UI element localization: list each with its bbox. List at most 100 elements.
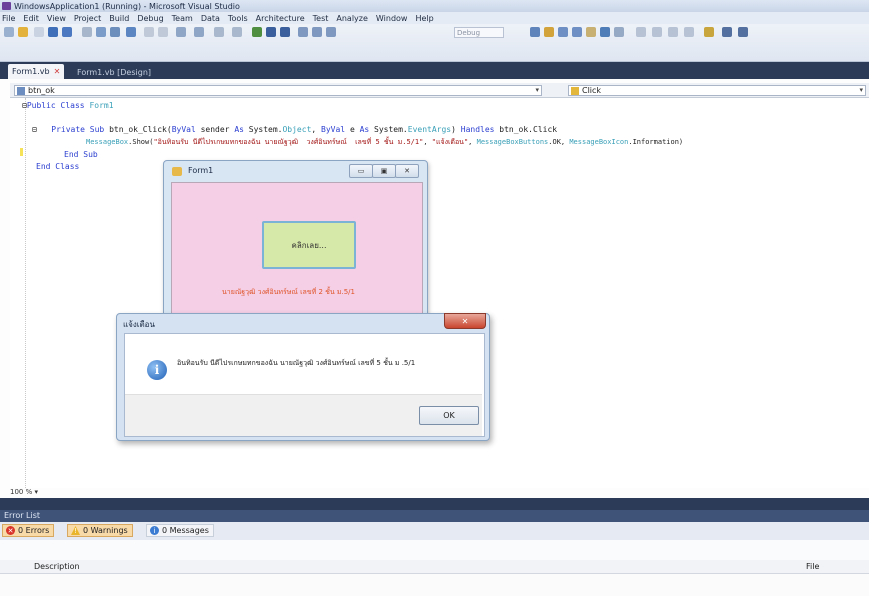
new-project-icon[interactable] xyxy=(4,27,14,37)
event-icon xyxy=(571,86,579,95)
save-icon[interactable] xyxy=(48,27,58,37)
layout-align-icon[interactable] xyxy=(636,27,646,37)
menu-view[interactable]: View xyxy=(47,14,66,23)
save-all-icon[interactable] xyxy=(62,27,72,37)
menu-analyze[interactable]: Analyze xyxy=(336,14,368,23)
warnings-count: 0 Warnings xyxy=(83,526,128,535)
close-icon[interactable]: ✕ xyxy=(54,67,61,76)
panel-splitter[interactable] xyxy=(0,498,869,510)
change-marker xyxy=(20,148,23,156)
pause-icon[interactable] xyxy=(266,27,276,37)
cut-icon[interactable] xyxy=(82,27,92,37)
layout-spacing-icon[interactable] xyxy=(668,27,678,37)
tab-label: Form1.vb xyxy=(12,67,50,76)
file-column[interactable]: File xyxy=(806,562,819,571)
event-dropdown-value: Click xyxy=(582,86,602,95)
object-dropdown-value: btn_ok xyxy=(28,86,55,95)
code-line-class: ⊟Public Class Form1 xyxy=(22,101,114,110)
toolbox-icon[interactable] xyxy=(586,27,596,37)
menu-architecture[interactable]: Architecture xyxy=(256,14,305,23)
layout-lock-icon[interactable] xyxy=(704,27,714,37)
start-debugging-icon[interactable] xyxy=(252,27,262,37)
form-icon xyxy=(172,167,182,176)
title-bar: WindowsApplication1 (Running) - Microsof… xyxy=(0,0,869,12)
find-in-files-icon[interactable] xyxy=(530,27,540,37)
errors-count: 0 Errors xyxy=(18,526,50,535)
messages-filter-button[interactable]: i 0 Messages xyxy=(146,524,214,537)
toolbar-options-icon[interactable] xyxy=(738,27,748,37)
error-list-toolbar: ✕ 0 Errors ! 0 Warnings i 0 Messages xyxy=(0,522,869,540)
uncomment-icon[interactable] xyxy=(158,27,168,37)
click-button[interactable]: คลิกเลย... xyxy=(262,221,356,269)
open-file-icon[interactable] xyxy=(18,27,28,37)
message-box-close-button[interactable]: ✕ xyxy=(444,313,486,329)
outline-gutter xyxy=(18,98,26,488)
message-icon: i xyxy=(150,526,159,535)
form1-title: Form1 xyxy=(188,166,214,175)
control-icon xyxy=(17,86,25,95)
warning-icon: ! xyxy=(71,526,80,535)
form1-window[interactable]: Form1 ▭ ▣ ✕ คลิกเลย... นายณัฐวุฒิ วงศ์อิ… xyxy=(163,160,428,323)
information-icon: i xyxy=(147,360,167,380)
error-list-body xyxy=(0,574,869,596)
copy-icon[interactable] xyxy=(96,27,106,37)
error-list-header: Error List xyxy=(0,510,869,522)
errors-filter-button[interactable]: ✕ 0 Errors xyxy=(2,524,55,537)
maximize-button[interactable]: ▣ xyxy=(372,164,396,178)
menu-edit[interactable]: Edit xyxy=(23,14,39,23)
menu-data[interactable]: Data xyxy=(201,14,220,23)
menu-project[interactable]: Project xyxy=(74,14,101,23)
solution-configuration-select[interactable]: Debug xyxy=(454,27,504,38)
tab-form1-vb[interactable]: Form1.vb ✕ xyxy=(8,64,65,79)
paste-icon[interactable] xyxy=(110,27,120,37)
extension-manager-icon[interactable] xyxy=(614,27,624,37)
undo-icon[interactable] xyxy=(176,27,186,37)
message-box[interactable]: แจ้งเตือน ✕ i อินทิอนรับ นีดีไปรเกษมทกขอ… xyxy=(116,313,490,441)
menu-team[interactable]: Team xyxy=(172,14,193,23)
window-title: WindowsApplication1 (Running) - Microsof… xyxy=(14,1,240,11)
message-box-body: i อินทิอนรับ นีดีไปรเกษมทกของฉัน นายณัฐว… xyxy=(124,333,485,437)
object-dropdown[interactable]: btn_ok ▾ xyxy=(14,85,542,96)
messages-count: 0 Messages xyxy=(162,526,209,535)
close-button[interactable]: ✕ xyxy=(395,164,419,178)
solution-explorer-icon[interactable] xyxy=(544,27,554,37)
properties-icon[interactable] xyxy=(558,27,568,37)
ok-button[interactable]: OK xyxy=(419,406,479,425)
tab-order-icon[interactable] xyxy=(722,27,732,37)
minimize-button[interactable]: ▭ xyxy=(349,164,373,178)
find-icon[interactable] xyxy=(126,27,136,37)
menu-debug[interactable]: Debug xyxy=(137,14,163,23)
step-over-icon[interactable] xyxy=(312,27,322,37)
code-line-messagebox: MessageBox.Show("อินทิอนรับ นีดีไปรเกษมท… xyxy=(86,138,684,146)
step-into-icon[interactable] xyxy=(298,27,308,37)
comment-icon[interactable] xyxy=(144,27,154,37)
message-text: อินทิอนรับ นีดีไปรเกษมทกของฉัน นายณัฐวุฒ… xyxy=(177,359,416,367)
menu-tools[interactable]: Tools xyxy=(228,14,248,23)
form-label: นายณัฐวุฒิ วงศ์อินทร์ษณ์ เลขที่ 2 ชั้น ม… xyxy=(222,288,355,296)
menu-file[interactable]: File xyxy=(2,14,15,23)
code-line-end-sub: End Sub xyxy=(64,150,98,159)
chevron-down-icon: ▾ xyxy=(859,86,863,94)
menu-build[interactable]: Build xyxy=(109,14,129,23)
navigate-forward-icon[interactable] xyxy=(232,27,242,37)
start-page-icon[interactable] xyxy=(600,27,610,37)
menu-test[interactable]: Test xyxy=(313,14,329,23)
layout-size-icon[interactable] xyxy=(652,27,662,37)
layout-order-icon[interactable] xyxy=(684,27,694,37)
stop-icon[interactable] xyxy=(280,27,290,37)
redo-icon[interactable] xyxy=(194,27,204,37)
object-browser-icon[interactable] xyxy=(572,27,582,37)
navigate-back-icon[interactable] xyxy=(214,27,224,37)
add-item-icon[interactable] xyxy=(34,27,44,37)
menu-help[interactable]: Help xyxy=(415,14,433,23)
error-icon: ✕ xyxy=(6,526,15,535)
zoom-level[interactable]: 100 % ▾ xyxy=(10,488,869,498)
menu-window[interactable]: Window xyxy=(376,14,408,23)
description-column[interactable]: Description xyxy=(34,562,80,571)
chevron-down-icon: ▾ xyxy=(535,86,539,94)
event-dropdown[interactable]: Click ▾ xyxy=(568,85,866,96)
code-line-sub: ⊟ Private Sub btn_ok_Click(ByVal sender … xyxy=(32,125,558,134)
warnings-filter-button[interactable]: ! 0 Warnings xyxy=(67,524,133,537)
step-out-icon[interactable] xyxy=(326,27,336,37)
tab-form1-design[interactable]: Form1.vb [Design] xyxy=(74,66,154,78)
